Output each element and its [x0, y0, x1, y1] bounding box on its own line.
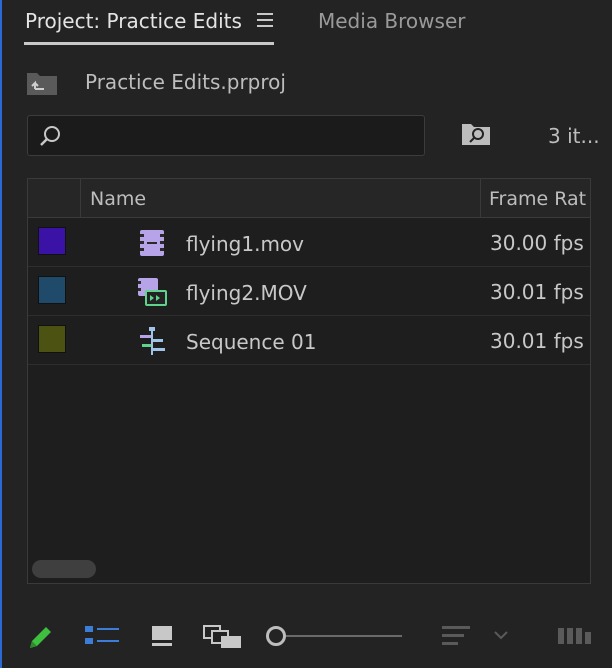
- sequence-icon: [140, 327, 165, 355]
- column-header-name[interactable]: Name: [90, 188, 146, 210]
- icon-view-icon[interactable]: [150, 624, 174, 648]
- up-folder-icon[interactable]: [26, 70, 58, 96]
- sort-icon[interactable]: [440, 623, 472, 651]
- active-tab-underline: [24, 42, 274, 45]
- label-color-swatch[interactable]: [38, 325, 66, 353]
- search-input[interactable]: [70, 122, 414, 150]
- horizontal-scrollbar[interactable]: [32, 560, 96, 578]
- zoom-slider[interactable]: [286, 635, 402, 637]
- av-clip-icon: [138, 278, 167, 306]
- item-frame-rate: 30.01 fps: [490, 329, 584, 353]
- video-clip-icon: [140, 230, 164, 256]
- tab-project[interactable]: Project: Practice Edits: [25, 9, 242, 33]
- automate-to-sequence-icon[interactable]: [556, 624, 596, 648]
- list-view-icon[interactable]: [84, 624, 120, 648]
- panel-menu-icon[interactable]: [257, 13, 273, 27]
- item-count: 3 it...: [548, 124, 600, 148]
- zoom-slider-handle[interactable]: [266, 626, 286, 646]
- search-field[interactable]: [27, 115, 425, 156]
- chevron-down-icon[interactable]: [492, 628, 510, 642]
- item-name: flying2.MOV: [186, 281, 307, 305]
- project-file-name: Practice Edits.prproj: [85, 70, 286, 94]
- table-row[interactable]: flying1.mov 30.00 fps: [28, 218, 590, 267]
- pencil-icon[interactable]: [26, 622, 56, 652]
- table-row[interactable]: Sequence 01 30.01 fps: [28, 316, 590, 365]
- table-row[interactable]: flying2.MOV 30.01 fps: [28, 267, 590, 316]
- label-color-swatch[interactable]: [38, 227, 66, 255]
- search-icon: [40, 126, 60, 146]
- column-header-label-color[interactable]: [28, 179, 81, 217]
- panel-focus-indicator: [0, 0, 2, 668]
- table-header: Name Frame Rat: [28, 179, 590, 218]
- item-frame-rate: 30.01 fps: [490, 280, 584, 304]
- project-items-table: Name Frame Rat flying1.mov 30.00 fps fly…: [27, 178, 591, 584]
- panel-tab-bar: Project: Practice Edits Media Browser: [0, 0, 612, 48]
- item-name: flying1.mov: [186, 232, 304, 256]
- tab-media-browser[interactable]: Media Browser: [318, 9, 465, 33]
- item-frame-rate: 30.00 fps: [490, 231, 584, 255]
- new-search-bin-icon[interactable]: [461, 122, 491, 146]
- freeform-view-icon[interactable]: [203, 623, 243, 649]
- column-divider[interactable]: [480, 179, 481, 217]
- label-color-swatch[interactable]: [38, 276, 66, 304]
- item-name: Sequence 01: [186, 330, 317, 354]
- column-header-frame-rate[interactable]: Frame Rat: [489, 188, 586, 210]
